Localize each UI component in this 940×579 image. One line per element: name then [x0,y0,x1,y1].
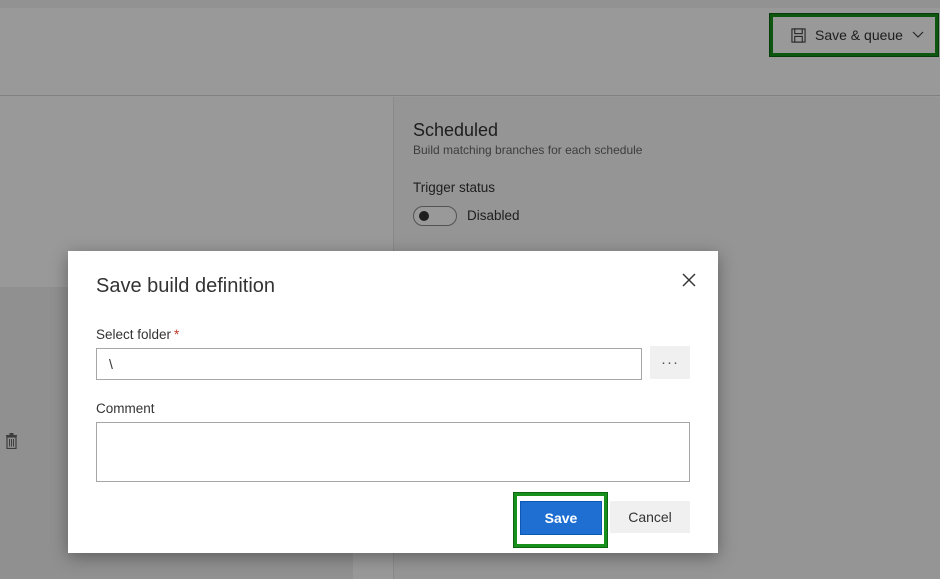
close-button[interactable] [680,271,698,289]
folder-input[interactable] [96,348,642,380]
browse-folder-button[interactable]: ··· [650,346,690,379]
comment-label: Comment [96,401,155,416]
save-button[interactable]: Save [520,501,602,535]
select-folder-label: Select folder * [96,327,179,342]
save-build-definition-dialog: Save build definition Select folder* ···… [68,251,718,553]
cancel-button[interactable]: Cancel [610,501,690,533]
required-marker: * [174,327,180,342]
comment-input[interactable] [96,422,690,482]
select-folder-text: Select folder [96,327,172,342]
app-window: Save & queue Scheduled Build matching br… [0,0,940,579]
dialog-title: Save build definition [96,275,276,297]
close-icon [682,273,696,287]
